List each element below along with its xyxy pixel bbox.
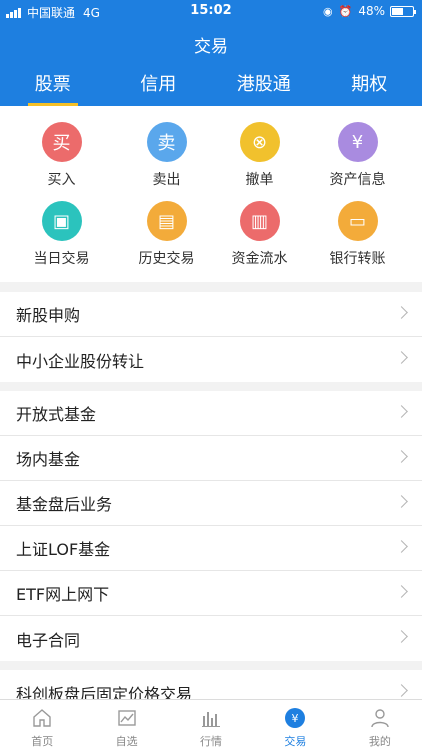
action-label: 资金流水	[231, 251, 288, 267]
list-item[interactable]: 新股申购	[0, 292, 422, 337]
tab-2[interactable]: 港股通	[211, 70, 317, 106]
list-item[interactable]: 中小企业股份转让	[0, 337, 422, 382]
action-label: 银行转账	[329, 251, 386, 267]
page-title: 交易	[194, 37, 228, 57]
quick-actions-grid: 买买入卖卖出 ⊗ 撤单 ¥ 资产信息 ▣ 当日交易 ▤ 历史交易 ▥ 资金流水 ▭ 银行转账	[0, 106, 422, 282]
trade-icon: ¥	[253, 706, 337, 730]
nav-label: 首页	[31, 735, 54, 748]
bank-transfer-icon: ▭	[337, 201, 378, 241]
profile-icon	[338, 706, 422, 730]
alarm-icon: ⏰	[338, 4, 353, 18]
chevron-right-icon	[395, 630, 408, 643]
chevron-right-icon	[395, 495, 408, 508]
action-fund-flow[interactable]: ▥ 资金流水	[207, 201, 312, 268]
nav-profile[interactable]: 我的	[338, 700, 422, 750]
list-item-label: 电子合同	[16, 630, 81, 650]
action-cancel-order[interactable]: ⊗ 撤单	[207, 122, 312, 189]
chevron-right-icon	[395, 684, 408, 697]
action-today-trades[interactable]: ▣ 当日交易	[9, 201, 114, 268]
watchlist-icon	[84, 706, 168, 730]
nav-home[interactable]: 首页	[0, 700, 84, 750]
action-assets[interactable]: ¥ 资产信息	[305, 122, 410, 189]
action-sell[interactable]: 卖卖出	[114, 122, 219, 189]
list-item-label: 场内基金	[16, 450, 81, 469]
nav-label: 自选	[115, 735, 138, 748]
list-item-label: 基金盘后业务	[16, 495, 113, 514]
list-item[interactable]: 基金盘后业务	[0, 481, 422, 526]
sell-icon: 卖	[146, 122, 187, 162]
action-label: 撤单	[245, 172, 274, 188]
tab-label: 股票	[34, 74, 71, 95]
assets-icon: ¥	[337, 122, 378, 162]
tab-label: 期权	[351, 74, 388, 95]
tab-3[interactable]: 期权	[317, 70, 422, 106]
list-item[interactable]: 上证LOF基金	[0, 526, 422, 571]
fund-flow-icon: ▥	[239, 201, 280, 241]
action-bank-transfer[interactable]: ▭ 银行转账	[305, 201, 410, 268]
nav-trade[interactable]: ¥ 交易	[253, 700, 337, 750]
list-item-label: 开放式基金	[16, 405, 97, 424]
list-item[interactable]: 场内基金	[0, 436, 422, 481]
chevron-right-icon	[395, 585, 408, 598]
status-right: ◉ ⏰ 48%	[323, 4, 416, 18]
home-icon	[0, 706, 84, 730]
nav-label: 行情	[200, 735, 223, 748]
action-label: 买入	[47, 172, 76, 188]
section-ipo: 新股申购中小企业股份转让	[0, 292, 422, 382]
today-trades-icon: ▣	[41, 201, 82, 241]
action-label: 当日交易	[33, 251, 90, 267]
tab-1[interactable]: 信用	[106, 70, 212, 106]
action-buy[interactable]: 买买入	[9, 122, 114, 189]
tab-0[interactable]: 股票	[0, 70, 106, 106]
cancel-order-icon: ⊗	[239, 122, 280, 162]
nav-label: 我的	[368, 735, 391, 748]
svg-text:¥: ¥	[292, 712, 299, 725]
history-trades-icon: ▤	[146, 201, 187, 241]
bottom-nav: 首页 自选 行情 ¥ 交易 我的	[0, 699, 422, 750]
nav-market[interactable]: 行情	[169, 700, 253, 750]
section-funds: 开放式基金场内基金基金盘后业务 上证LOF基金 ETF网上网下 电子合同	[0, 391, 422, 661]
status-bar: 中国联通 4G 15:02 ◉ ⏰ 48%	[0, 0, 422, 22]
list-item[interactable]: 开放式基金	[0, 391, 422, 436]
tab-label: 信用	[140, 74, 177, 95]
nav-watchlist[interactable]: 自选	[84, 700, 168, 750]
nav-label: 交易	[284, 735, 307, 748]
list-item-label: 上证LOF基金	[16, 540, 111, 559]
market-icon	[169, 706, 253, 730]
list-item[interactable]: 电子合同	[0, 616, 422, 661]
list-item-label: ETF网上网下	[16, 585, 110, 604]
action-label: 卖出	[152, 172, 181, 188]
list-item-label: 中小企业股份转让	[16, 351, 145, 371]
battery-percent: 48%	[358, 4, 385, 18]
chevron-right-icon	[395, 405, 408, 418]
tab-bar: 股票 信用 港股通 期权	[0, 70, 422, 106]
tab-label: 港股通	[236, 74, 291, 95]
orientation-lock-icon: ◉	[323, 4, 333, 18]
app-header: 中国联通 4G 15:02 ◉ ⏰ 48% 交易 股票 信用 港股通 期权	[0, 0, 422, 106]
action-history-trades[interactable]: ▤ 历史交易	[114, 201, 219, 268]
action-label: 资产信息	[329, 172, 386, 188]
list-item[interactable]: ETF网上网下	[0, 571, 422, 616]
buy-icon: 买	[41, 122, 82, 162]
chevron-right-icon	[395, 540, 408, 553]
chevron-right-icon	[395, 450, 408, 463]
action-label: 历史交易	[138, 251, 195, 267]
battery-icon	[390, 5, 416, 17]
chevron-right-icon	[395, 351, 408, 364]
list-item-label: 新股申购	[16, 306, 81, 325]
chevron-right-icon	[395, 306, 408, 319]
